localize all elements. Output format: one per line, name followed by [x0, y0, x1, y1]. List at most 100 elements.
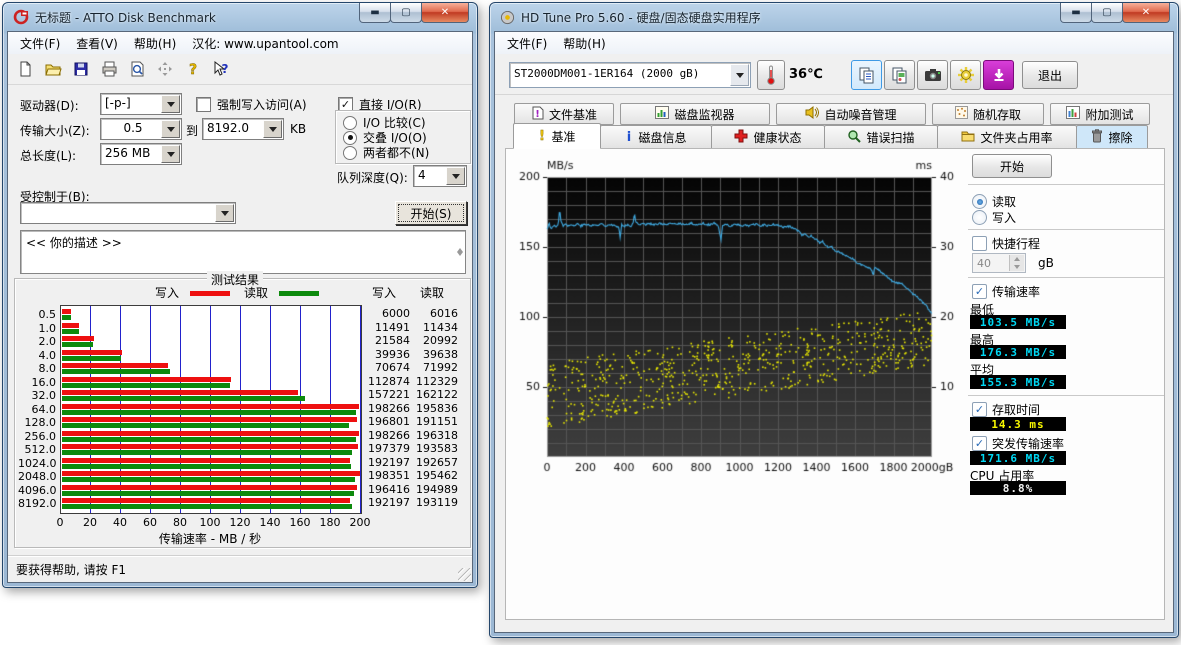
copy-text-button[interactable] [851, 60, 882, 90]
overlapped-io-radio[interactable] [343, 131, 357, 145]
menu-file[interactable]: 文件(F) [499, 32, 555, 55]
short-stroke-size-spinner[interactable]: 40 [972, 253, 1026, 273]
access-time-checkbox[interactable]: ✓ [972, 402, 987, 417]
tab-folder-usage[interactable]: 文件夹占用率 [937, 125, 1077, 149]
new-file-button[interactable] [12, 57, 38, 81]
force-write-checkbox[interactable] [196, 97, 211, 112]
tab-disk-monitor[interactable]: 磁盘监视器 [620, 103, 770, 125]
copy-text-icon [858, 66, 876, 84]
total-length-arrow[interactable] [161, 145, 180, 163]
result-row-label: 256.0 [18, 430, 56, 443]
save-button[interactable] [68, 57, 94, 81]
io-compare-radio[interactable] [343, 116, 357, 130]
disk-monitor-icon [655, 106, 669, 122]
pan-button[interactable] [152, 57, 178, 81]
to-label: 到 [186, 122, 198, 139]
tab-random-access[interactable]: 随机存取 [932, 103, 1044, 125]
spinner-arrows[interactable] [1009, 255, 1024, 271]
open-file-button[interactable] [40, 57, 66, 81]
cpu-usage-display: 8.8% [970, 481, 1066, 495]
scroll-down-icon[interactable] [457, 256, 463, 270]
minimize-button[interactable]: ▬ [359, 3, 391, 23]
close-button[interactable]: ✕ [421, 3, 469, 23]
drive-select-arrow[interactable] [730, 64, 749, 86]
close-button[interactable]: ✕ [1122, 3, 1170, 23]
controlled-by-arrow[interactable] [215, 204, 234, 222]
drive-select-arrow[interactable] [161, 95, 180, 113]
read-column-header: 读取 [420, 284, 444, 301]
menu-help[interactable]: 帮助(H) [126, 32, 184, 55]
transfer-to-select[interactable]: 8192.0 [202, 118, 284, 140]
atto-statusbar: 要获得帮助, 请按 F1 [8, 555, 472, 582]
help-button[interactable]: ? [180, 57, 206, 81]
access-time-option[interactable]: ✓ 存取时间 [972, 401, 1040, 418]
tab-file-benchmark[interactable]: !文件基准 [514, 103, 614, 125]
write-option[interactable]: 写入 [972, 209, 1016, 226]
minimize-button[interactable]: ▬ [1060, 3, 1092, 23]
transfer-size-row: 传输大小(Z): [20, 122, 90, 139]
save-results-button[interactable] [983, 60, 1014, 90]
queue-depth-select[interactable]: 4 [413, 165, 467, 187]
maximize-button[interactable]: ▢ [390, 3, 422, 23]
x-tick-label: 60 [143, 516, 157, 529]
short-stroke-option[interactable]: 快捷行程 [972, 235, 1040, 252]
result-row-label: 128.0 [18, 416, 56, 429]
transfer-rate-checkbox[interactable]: ✓ [972, 284, 987, 299]
description-box[interactable]: << 你的描述 >> [20, 230, 466, 274]
menu-help[interactable]: 帮助(H) [555, 32, 613, 55]
queue-depth-arrow[interactable] [446, 167, 465, 185]
read-option[interactable]: 读取 [972, 193, 1016, 210]
scroll-up-icon[interactable] [457, 234, 463, 248]
drive-select[interactable]: [-p-] [100, 93, 182, 115]
total-length-select[interactable]: 256 MB [100, 143, 182, 165]
hdtune-toolbar: ST2000DM001-1ER164 (2000 gB) 36℃ [495, 54, 1173, 95]
neither-radio[interactable] [343, 146, 357, 160]
transfer-from-arrow[interactable] [161, 120, 180, 138]
write-radio[interactable] [972, 210, 987, 225]
transfer-rate-option[interactable]: ✓ 传输速率 [972, 283, 1040, 300]
result-row-label: 2048.0 [18, 470, 56, 483]
menu-file[interactable]: 文件(F) [12, 32, 68, 55]
write-bar [62, 336, 94, 341]
folder-usage-icon [961, 130, 975, 145]
menu-view[interactable]: 查看(V) [68, 32, 126, 55]
short-stroke-checkbox[interactable] [972, 236, 987, 251]
write-value: 198266 [358, 402, 410, 415]
transfer-from-select[interactable]: 0.5 [100, 118, 182, 140]
tab-benchmark[interactable]: !基准 [513, 123, 601, 149]
print-preview-button[interactable] [124, 57, 150, 81]
settings-button[interactable] [950, 60, 981, 90]
transfer-to-arrow[interactable] [263, 120, 282, 138]
exit-button[interactable]: 退出 [1022, 61, 1078, 89]
benchmark-start-button[interactable]: 开始 [972, 154, 1052, 178]
force-write-row[interactable]: 强制写入访问(A) [196, 96, 307, 113]
result-row-label: 4096.0 [18, 484, 56, 497]
hdtune-app-icon [500, 10, 515, 25]
resize-grip[interactable] [458, 568, 471, 581]
temperature-button[interactable] [757, 60, 785, 90]
tab-error-scan[interactable]: 错误扫描 [824, 125, 938, 149]
read-bar [62, 504, 352, 509]
maximize-button[interactable]: ▢ [1091, 3, 1123, 23]
read-radio[interactable] [972, 194, 987, 209]
controlled-by-select[interactable] [20, 202, 236, 224]
burst-rate-checkbox[interactable]: ✓ [972, 436, 987, 451]
legend-read-label: 读取 [244, 284, 268, 301]
write-bar [62, 390, 298, 395]
tab-erase[interactable]: 擦除 [1076, 125, 1148, 149]
start-button[interactable]: 开始(S) [395, 201, 467, 225]
temperature-value: 36℃ [789, 67, 823, 82]
burst-rate-option[interactable]: ✓ 突发传输速率 [972, 435, 1064, 452]
context-help-button[interactable]: ? [208, 57, 234, 81]
copy-image-button[interactable] [884, 60, 915, 90]
neither-option[interactable]: 两者都不(N) [343, 144, 429, 161]
tab-noise-management[interactable]: 自动噪音管理 [776, 103, 926, 125]
screenshot-button[interactable] [917, 60, 948, 90]
print-button[interactable] [96, 57, 122, 81]
write-bar [62, 363, 168, 368]
tab-health[interactable]: 健康状态 [711, 125, 825, 149]
write-value: 112874 [358, 375, 410, 388]
tab-disk-info[interactable]: i磁盘信息 [600, 125, 712, 149]
drive-select[interactable]: ST2000DM001-1ER164 (2000 gB) [509, 62, 751, 88]
tab-extra-tests[interactable]: 附加测试 [1050, 103, 1150, 125]
